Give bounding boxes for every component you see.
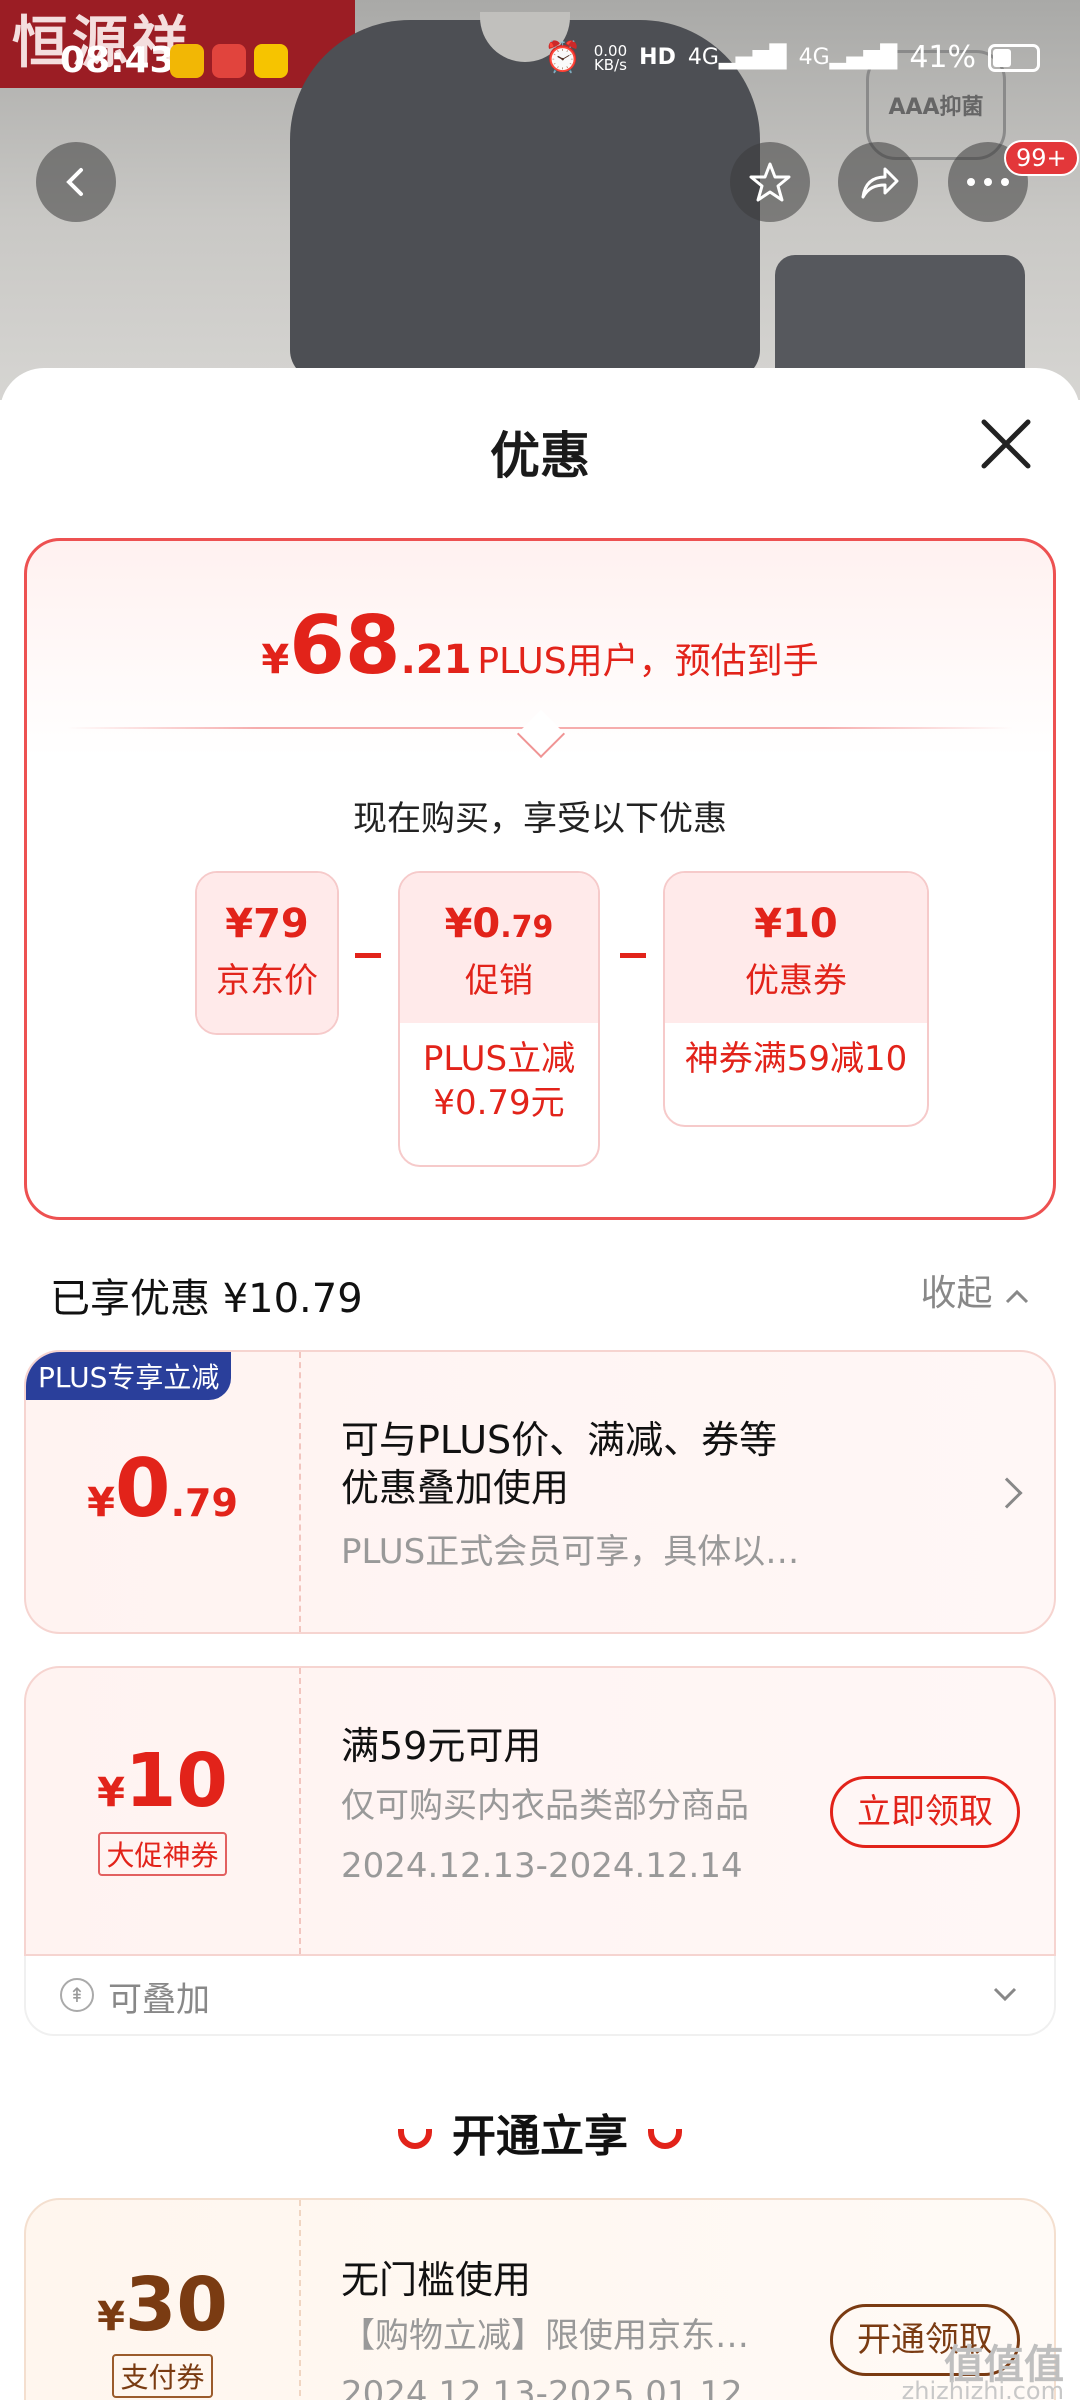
notification-icons (170, 44, 288, 78)
battery-percent: 41% (909, 40, 976, 75)
price-description: PLUS用户，预估到手 (477, 641, 819, 682)
dashed-separator (299, 2200, 301, 2400)
open-section-title: 开通立享 (0, 2100, 1080, 2164)
coupon-tile: ¥10 优惠券 神券满59减10 (663, 871, 929, 1127)
promotion-detail: PLUS立减 ¥0.79元 (422, 1039, 576, 1123)
more-dots-icon (967, 178, 1009, 186)
share-button[interactable] (838, 142, 918, 222)
battery-icon (988, 43, 1040, 72)
chevron-right-icon (991, 1477, 1023, 1509)
sheet-title: 优惠 (490, 427, 590, 485)
promo-amount: ¥0.79 (87, 1442, 238, 1535)
promotion-tile: ¥0.79 促销 PLUS立减 ¥0.79元 (398, 871, 600, 1167)
discount-sheet: 优惠 ¥68.21 PLUS用户，预估到手 现在购买，享受以下优惠 ¥79 京东价… (0, 368, 1080, 2400)
estimated-price: ¥68.21 PLUS用户，预估到手 (261, 599, 819, 692)
close-icon (981, 419, 1031, 469)
smile-decoration-icon (398, 2129, 432, 2149)
signal-icon: 4G▂▄▆█ (798, 45, 898, 70)
pay-coupon-title: 无门槛使用 (341, 2258, 532, 2302)
star-icon (749, 162, 791, 202)
coupon-card: ¥10 大促神券 满59元可用 仅可购买内衣品类部分商品 2024.12.13-… (24, 1666, 1056, 1956)
stack-icon: ⇞ (60, 1978, 94, 2012)
status-time: 08:43 (60, 40, 175, 81)
coupon-validity: 2024.12.13-2024.12.14 (341, 1846, 743, 1886)
cart-count-badge: 99+ (1004, 140, 1079, 176)
app-notification-icon (170, 44, 204, 78)
chevron-down-icon (993, 1987, 1017, 2002)
chevron-left-icon (66, 168, 83, 196)
alarm-icon: ⏰ (544, 40, 582, 75)
promo-subtitle: PLUS正式会员可享，具体以… (341, 1532, 800, 1572)
pay-coupon-amount: ¥30 支付券 (26, 2262, 299, 2398)
hd-icon: HD (639, 45, 676, 70)
price-summary-box: ¥68.21 PLUS用户，预估到手 现在购买，享受以下优惠 ¥79 京东价 ¥0… (24, 538, 1056, 1220)
collapse-toggle[interactable]: 收起 (921, 1264, 1030, 1316)
promo-title-line2: 优惠叠加使用 (341, 1466, 570, 1510)
jd-price-tile: ¥79 京东价 (195, 871, 339, 1035)
enjoyed-discount-total: 已享优惠 ¥10.79 (50, 1276, 363, 1322)
minus-sign (355, 953, 381, 958)
signal-icon: 4G▂▄▆█ (687, 45, 787, 70)
app-notification-icon (212, 44, 246, 78)
chevron-up-icon (1005, 1289, 1029, 1304)
promo-title-line1: 可与PLUS价、满减、券等 (341, 1418, 778, 1462)
share-icon (861, 167, 899, 199)
favorite-button[interactable] (730, 142, 810, 222)
app-notification-icon (254, 44, 288, 78)
minus-sign (620, 953, 646, 958)
pay-coupon-tag: 支付券 (112, 2354, 213, 2398)
stackable-label: 可叠加 (108, 1980, 210, 2020)
pay-coupon-desc: 【购物立减】限使用京东… (341, 2316, 749, 2356)
dashed-separator (299, 1352, 301, 1632)
buy-now-text: 现在购买，享受以下优惠 (353, 799, 727, 839)
product-image-header: 恒源祥 AAA抑菌 08:43 ⏰ 0.00 KB/s HD 4G▂▄▆█ 4G▂… (0, 0, 1080, 400)
coupon-detail: 神券满59减10 (684, 1039, 908, 1079)
net-speed: 0.00 KB/s (593, 41, 628, 74)
plus-tag: PLUS专享立减 (26, 1352, 232, 1400)
plus-promo-card[interactable]: ¥0.79 PLUS专享立减 可与PLUS价、满减、券等 优惠叠加使用 PLUS… (24, 1350, 1056, 1634)
divider-notch (516, 709, 566, 759)
coupon-type-tag: 大促神券 (98, 1832, 227, 1876)
smile-decoration-icon (648, 2129, 682, 2149)
dashed-separator (299, 1668, 301, 1954)
close-button[interactable] (978, 416, 1034, 472)
pay-coupon-validity: 2024.12.13-2025.01.12 (341, 2374, 743, 2400)
claim-coupon-button[interactable]: 立即领取 (830, 1776, 1020, 1848)
coupon-amount: ¥10 大促神券 (26, 1738, 299, 1876)
stackable-row[interactable]: ⇞ 可叠加 (24, 1956, 1056, 2036)
status-bar: 08:43 ⏰ 0.00 KB/s HD 4G▂▄▆█ 4G▂▄▆█ 41% (60, 36, 1040, 86)
watermark: 值值值 zhizhizhi.com (901, 2342, 1064, 2400)
coupon-scope: 仅可购买内衣品类部分商品 (341, 1786, 749, 1826)
back-button[interactable] (36, 142, 116, 222)
coupon-title: 满59元可用 (341, 1724, 542, 1768)
